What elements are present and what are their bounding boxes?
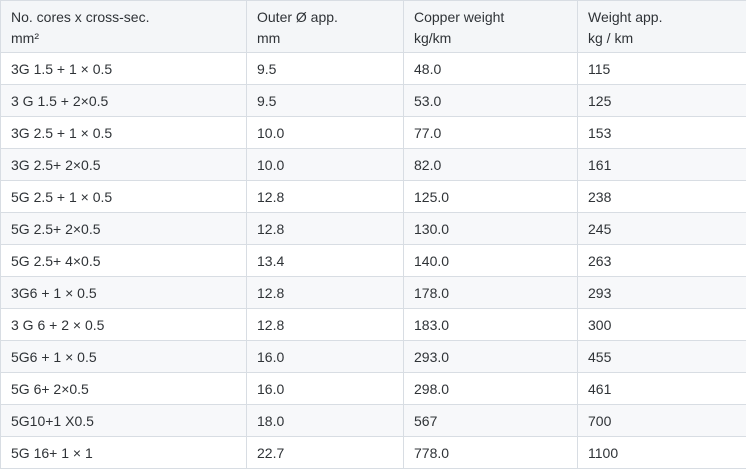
cell-weight: 153 — [577, 116, 746, 149]
cell-weight: 461 — [577, 372, 746, 405]
header-line2: mm — [257, 30, 281, 46]
header-line1: No. cores x cross-sec. — [11, 9, 150, 25]
cell-cores-cross-section: 5G10+1 X0.5 — [0, 404, 247, 437]
cell-cores-cross-section: 5G 2.5+ 2×0.5 — [0, 212, 247, 245]
cell-outer-diameter: 18.0 — [246, 404, 404, 437]
table-row: 5G 2.5+ 2×0.5 12.8 130.0 245 — [0, 212, 746, 245]
header-outer-diameter: Outer Ø app. mm — [246, 0, 404, 53]
cell-cores-cross-section: 5G 6+ 2×0.5 — [0, 372, 247, 405]
cell-weight: 238 — [577, 180, 746, 213]
cell-outer-diameter: 9.5 — [246, 84, 404, 117]
table-row: 5G 2.5 + 1 × 0.5 12.8 125.0 238 — [0, 180, 746, 213]
cell-weight: 300 — [577, 308, 746, 341]
cell-copper-weight: 293.0 — [403, 340, 578, 373]
cell-copper-weight: 778.0 — [403, 436, 578, 469]
cell-copper-weight: 125.0 — [403, 180, 578, 213]
cell-outer-diameter: 22.7 — [246, 436, 404, 469]
cell-copper-weight: 130.0 — [403, 212, 578, 245]
table-row: 3 G 1.5 + 2×0.5 9.5 53.0 125 — [0, 84, 746, 117]
header-weight: Weight app. kg / km — [577, 0, 746, 53]
table-row: 5G 2.5+ 4×0.5 13.4 140.0 263 — [0, 244, 746, 277]
cell-copper-weight: 140.0 — [403, 244, 578, 277]
table-row: 3G 2.5 + 1 × 0.5 10.0 77.0 153 — [0, 116, 746, 149]
cell-cores-cross-section: 3G6 + 1 × 0.5 — [0, 276, 247, 309]
cell-weight: 1100 — [577, 436, 746, 469]
cell-cores-cross-section: 3 G 6 + 2 × 0.5 — [0, 308, 247, 341]
table-row: 5G6 + 1 × 0.5 16.0 293.0 455 — [0, 340, 746, 373]
cell-weight: 293 — [577, 276, 746, 309]
header-copper-weight: Copper weight kg/km — [403, 0, 578, 53]
cell-outer-diameter: 10.0 — [246, 116, 404, 149]
cell-cores-cross-section: 5G 16+ 1 × 1 — [0, 436, 247, 469]
cell-cores-cross-section: 5G 2.5 + 1 × 0.5 — [0, 180, 247, 213]
header-line2: kg / km — [588, 30, 634, 46]
table-row: 3G6 + 1 × 0.5 12.8 178.0 293 — [0, 276, 746, 309]
table-row: 3G 2.5+ 2×0.5 10.0 82.0 161 — [0, 148, 746, 181]
table-row: 5G 16+ 1 × 1 22.7 778.0 1100 — [0, 436, 746, 469]
cell-weight: 455 — [577, 340, 746, 373]
cell-cores-cross-section: 3G 2.5 + 1 × 0.5 — [0, 116, 247, 149]
cell-outer-diameter: 12.8 — [246, 308, 404, 341]
table-body: 3G 1.5 + 1 × 0.5 9.5 48.0 115 3 G 1.5 + 2×0.… — [0, 52, 746, 469]
cell-copper-weight: 82.0 — [403, 148, 578, 181]
cell-outer-diameter: 16.0 — [246, 340, 404, 373]
cell-outer-diameter: 12.8 — [246, 212, 404, 245]
cell-copper-weight: 183.0 — [403, 308, 578, 341]
header-line1: Outer Ø app. — [257, 9, 338, 25]
cell-weight: 125 — [577, 84, 746, 117]
cell-outer-diameter: 16.0 — [246, 372, 404, 405]
table-row: 5G10+1 X0.5 18.0 567 700 — [0, 404, 746, 437]
table-row: 3G 1.5 + 1 × 0.5 9.5 48.0 115 — [0, 52, 746, 85]
cell-weight: 245 — [577, 212, 746, 245]
header-cores-cross-section: No. cores x cross-sec. mm² — [0, 0, 247, 53]
cell-cores-cross-section: 3G 2.5+ 2×0.5 — [0, 148, 247, 181]
cell-copper-weight: 298.0 — [403, 372, 578, 405]
cell-weight: 700 — [577, 404, 746, 437]
cell-weight: 161 — [577, 148, 746, 181]
cell-outer-diameter: 13.4 — [246, 244, 404, 277]
table-row: 3 G 6 + 2 × 0.5 12.8 183.0 300 — [0, 308, 746, 341]
header-line2: kg/km — [414, 30, 452, 46]
cell-outer-diameter: 9.5 — [246, 52, 404, 85]
cell-copper-weight: 48.0 — [403, 52, 578, 85]
cable-spec-table: No. cores x cross-sec. mm² Outer Ø app. … — [0, 0, 746, 469]
cell-cores-cross-section: 5G6 + 1 × 0.5 — [0, 340, 247, 373]
table-row: 5G 6+ 2×0.5 16.0 298.0 461 — [0, 372, 746, 405]
header-line1: Weight app. — [588, 9, 663, 25]
table-header: No. cores x cross-sec. mm² Outer Ø app. … — [0, 0, 746, 53]
cell-weight: 263 — [577, 244, 746, 277]
cell-copper-weight: 178.0 — [403, 276, 578, 309]
cell-cores-cross-section: 3G 1.5 + 1 × 0.5 — [0, 52, 247, 85]
cell-cores-cross-section: 3 G 1.5 + 2×0.5 — [0, 84, 247, 117]
header-line2: mm² — [11, 30, 39, 46]
cell-copper-weight: 567 — [403, 404, 578, 437]
cell-copper-weight: 77.0 — [403, 116, 578, 149]
header-row: No. cores x cross-sec. mm² Outer Ø app. … — [0, 0, 746, 53]
cell-outer-diameter: 10.0 — [246, 148, 404, 181]
cell-outer-diameter: 12.8 — [246, 276, 404, 309]
header-line1: Copper weight — [414, 9, 505, 25]
cell-cores-cross-section: 5G 2.5+ 4×0.5 — [0, 244, 247, 277]
cell-copper-weight: 53.0 — [403, 84, 578, 117]
cell-outer-diameter: 12.8 — [246, 180, 404, 213]
cell-weight: 115 — [577, 52, 746, 85]
